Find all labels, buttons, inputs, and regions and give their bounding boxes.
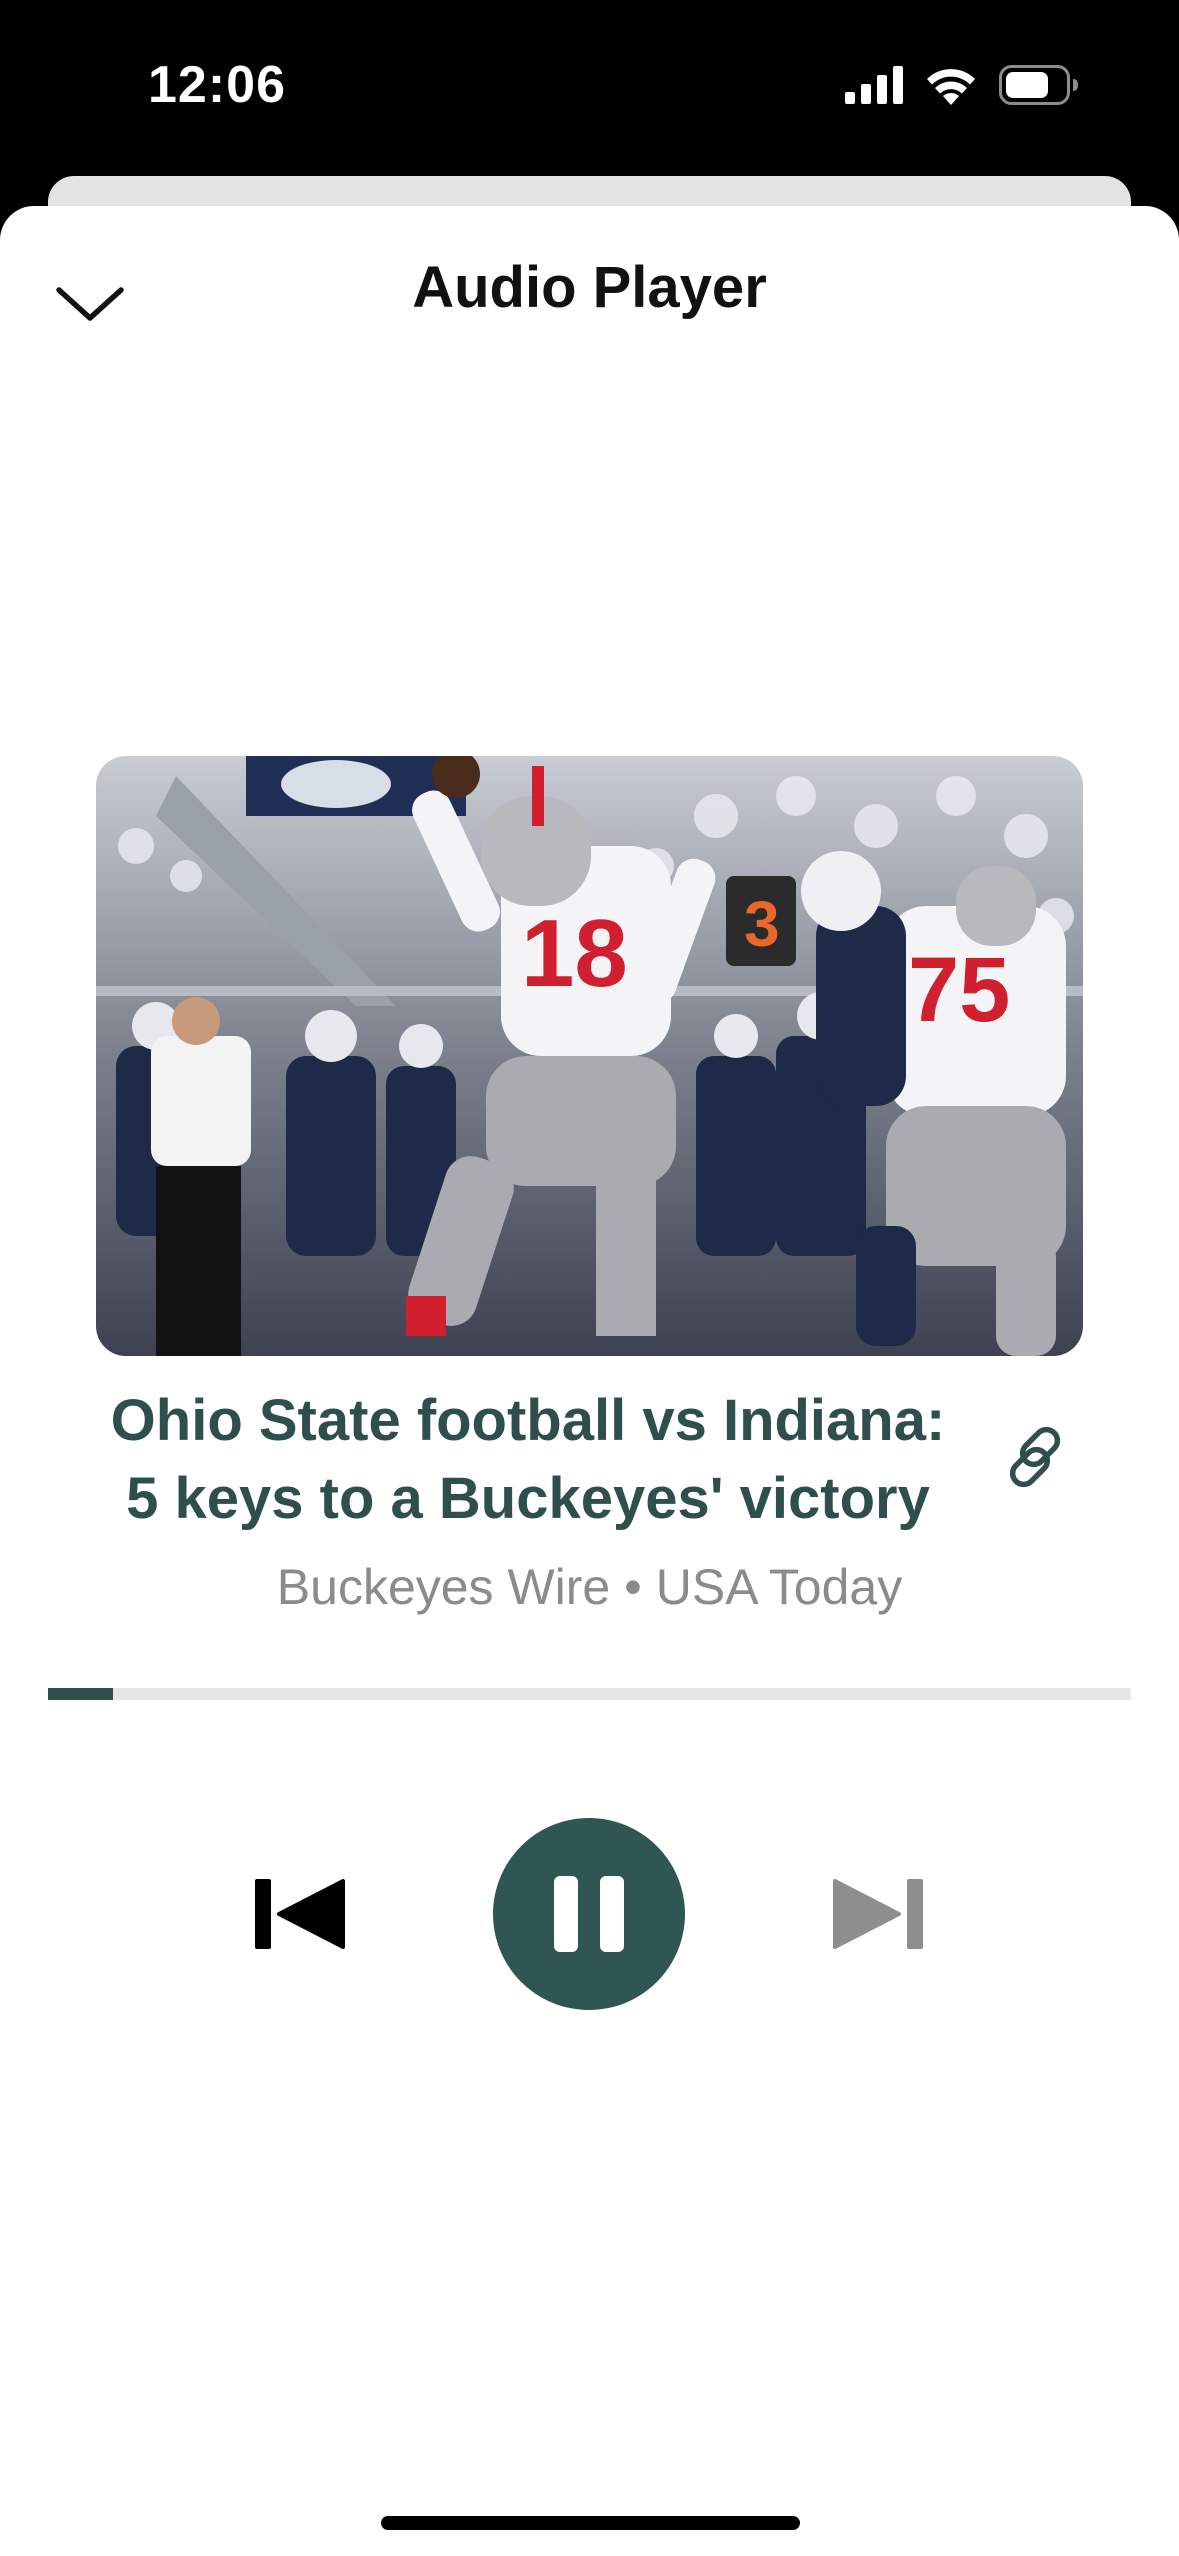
source-name: Buckeyes Wire [276,1559,611,1615]
article-headline[interactable]: Ohio State football vs Indiana: 5 keys t… [88,1382,968,1538]
playback-progress-bar[interactable] [48,1688,1131,1700]
football-photo: 3 18 75 [96,756,1083,1356]
playback-controls [0,1818,1179,2010]
status-bar: 12:06 [0,0,1179,175]
page-title: Audio Player [412,255,767,320]
cellular-signal-icon [845,66,903,104]
article-source: Buckeyes Wire • USA Today [0,1558,1179,1616]
publisher-name: USA Today [655,1559,903,1615]
svg-text:18: 18 [521,900,628,1007]
status-time: 12:06 [148,56,286,114]
link-icon [1009,1426,1061,1488]
svg-text:3: 3 [744,888,780,960]
copy-link-button[interactable] [990,1412,1080,1502]
skip-back-icon [255,1879,345,1949]
home-indicator[interactable] [381,2516,800,2530]
next-button[interactable] [818,1864,938,1964]
previous-button[interactable] [240,1864,360,1964]
source-separator: • [624,1559,642,1615]
svg-text:75: 75 [908,939,1010,1041]
battery-icon [999,65,1078,105]
audio-player-sheet: Audio Player 3 18 75 Ohio State football… [0,206,1179,2556]
playback-progress-fill [48,1688,113,1700]
status-icons [845,62,1079,108]
wifi-icon [927,69,975,105]
pause-button[interactable] [493,1818,685,2010]
pause-icon [554,1876,624,1952]
article-artwork: 3 18 75 [96,756,1083,1356]
skip-forward-icon [833,1879,923,1949]
